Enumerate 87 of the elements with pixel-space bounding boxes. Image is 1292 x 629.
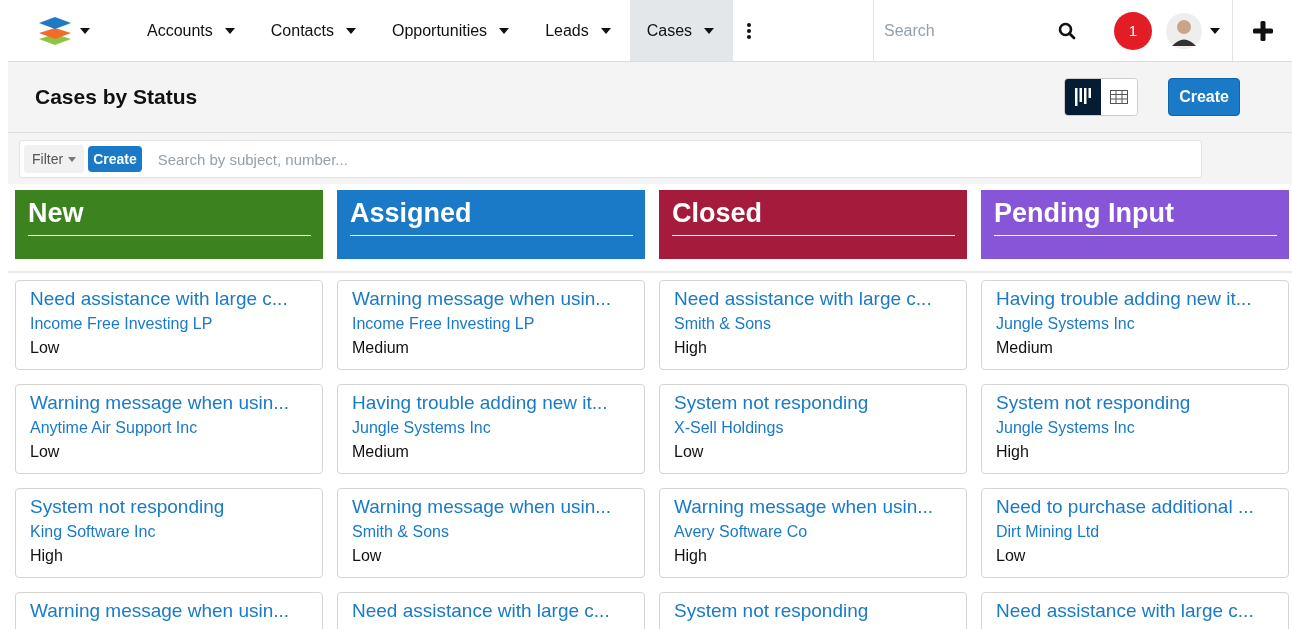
case-card[interactable]: Warning message when usin...: [15, 592, 323, 629]
page-title: Cases by Status: [35, 85, 199, 109]
nav-tab[interactable]: Leads: [528, 0, 630, 61]
plus-icon[interactable]: [1252, 20, 1273, 41]
case-title-link[interactable]: Warning message when usin...: [674, 494, 934, 520]
column-header: Assigned: [337, 190, 645, 259]
caret-icon[interactable]: [499, 27, 510, 34]
case-card[interactable]: Need assistance with large c...: [981, 592, 1289, 629]
case-title-link[interactable]: Need assistance with large c...: [996, 598, 1254, 624]
priority-text: Low: [352, 546, 382, 566]
account-link[interactable]: Jungle Systems Inc: [996, 312, 1135, 336]
priority-text: Low: [30, 338, 60, 358]
case-card[interactable]: Having trouble adding new it... Jungle Systems Inc Medium: [337, 384, 645, 474]
case-title-link[interactable]: Having trouble adding new it...: [352, 390, 608, 416]
account-link[interactable]: Smith & Sons: [352, 520, 449, 544]
case-title-link[interactable]: Warning message when usin...: [352, 494, 612, 520]
case-title-link[interactable]: System not responding: [30, 494, 225, 520]
case-title-link[interactable]: Warning message when usin...: [30, 390, 290, 416]
case-title-link[interactable]: System not responding: [674, 598, 869, 624]
account-link[interactable]: Anytime Air Support Inc: [30, 416, 198, 440]
caret-icon[interactable]: [345, 27, 356, 34]
account-link[interactable]: Jungle Systems Inc: [996, 416, 1135, 440]
account-link[interactable]: Smith & Sons: [674, 312, 771, 336]
nav-tab[interactable]: Cases: [629, 0, 734, 61]
priority-text: Low: [996, 546, 1026, 566]
case-card[interactable]: Need to purchase additional ... Dirt Mining Ltd Low: [981, 488, 1289, 578]
priority-text: Medium: [352, 338, 409, 358]
grid-icon[interactable]: [1110, 90, 1129, 104]
account-link[interactable]: X-Sell Holdings: [674, 416, 784, 440]
create-button[interactable]: Create: [88, 146, 142, 172]
search-bar[interactable]: Filter Create Search by subject, number...: [19, 140, 1202, 178]
columns-icon[interactable]: [1075, 88, 1092, 106]
case-card[interactable]: Warning message when usin... Smith & Sons Low: [337, 488, 645, 578]
account-link[interactable]: Income Free Investing LP: [352, 312, 535, 336]
search-icon[interactable]: [1058, 21, 1076, 40]
column-header: Pending Input: [981, 190, 1289, 259]
case-card[interactable]: Need assistance with large c... Smith & Sons High: [659, 280, 967, 370]
priority-text: Low: [674, 442, 704, 462]
case-title-link[interactable]: Need assistance with large c...: [674, 286, 932, 312]
avatar-icon[interactable]: [1166, 12, 1202, 49]
case-title-link[interactable]: Warning message when usin...: [352, 286, 612, 312]
case-title-link[interactable]: Need assistance with large c...: [30, 286, 288, 312]
priority-text: High: [996, 442, 1029, 462]
priority-text: High: [674, 338, 707, 358]
nav-tab[interactable]: Opportunities: [374, 0, 529, 61]
create-button[interactable]: Create: [1168, 78, 1240, 116]
priority-text: Low: [30, 442, 60, 462]
layers-logo-icon[interactable]: [38, 15, 72, 46]
case-card[interactable]: Warning message when usin... Income Free Investing LP Medium: [337, 280, 645, 370]
priority-text: High: [30, 546, 63, 566]
caret-icon[interactable]: [704, 27, 715, 34]
account-link[interactable]: King Software Inc: [30, 520, 156, 544]
case-card[interactable]: System not responding: [659, 592, 967, 629]
column-header: Closed: [659, 190, 967, 259]
account-link[interactable]: Dirt Mining Ltd: [996, 520, 1100, 544]
case-card[interactable]: System not responding King Software Inc High: [15, 488, 323, 578]
priority-text: Medium: [996, 338, 1053, 358]
priority-text: Medium: [352, 442, 409, 462]
nav-tab[interactable]: Accounts: [130, 0, 254, 61]
case-card[interactable]: Having trouble adding new it... Jungle Systems Inc Medium: [981, 280, 1289, 370]
case-card[interactable]: System not responding X-Sell Holdings Low: [659, 384, 967, 474]
case-title-link[interactable]: System not responding: [996, 390, 1191, 416]
caret-icon[interactable]: [600, 27, 611, 34]
case-title-link[interactable]: Need to purchase additional ...: [996, 494, 1254, 520]
case-title-link[interactable]: Having trouble adding new it...: [996, 286, 1252, 312]
case-title-link[interactable]: Need assistance with large c...: [352, 598, 610, 624]
account-link[interactable]: Avery Software Co: [674, 520, 808, 544]
more-icon[interactable]: [747, 22, 752, 39]
nav-tab[interactable]: Contacts: [253, 0, 375, 61]
filter-button[interactable]: Filter: [24, 145, 85, 173]
case-card[interactable]: Warning message when usin... Anytime Air Support Inc Low: [15, 384, 323, 474]
case-card[interactable]: Need assistance with large c... Income Free Investing LP Low: [15, 280, 323, 370]
column-header: New: [15, 190, 323, 259]
case-card[interactable]: Warning message when usin... Avery Software Co High: [659, 488, 967, 578]
list-view-button[interactable]: [1101, 79, 1138, 115]
case-card[interactable]: System not responding Jungle Systems Inc High: [981, 384, 1289, 474]
priority-text: High: [674, 546, 707, 566]
case-card[interactable]: Need assistance with large c...: [337, 592, 645, 629]
account-link[interactable]: Income Free Investing LP: [30, 312, 213, 336]
account-link[interactable]: Jungle Systems Inc: [352, 416, 491, 440]
caret-icon[interactable]: [224, 27, 235, 34]
caret-icon[interactable]: [80, 27, 90, 34]
case-title-link[interactable]: Warning message when usin...: [30, 598, 290, 624]
notification-badge[interactable]: 1: [1114, 11, 1152, 50]
board-view-button[interactable]: [1065, 79, 1102, 115]
case-title-link[interactable]: System not responding: [674, 390, 869, 416]
caret-icon[interactable]: [1210, 27, 1220, 34]
